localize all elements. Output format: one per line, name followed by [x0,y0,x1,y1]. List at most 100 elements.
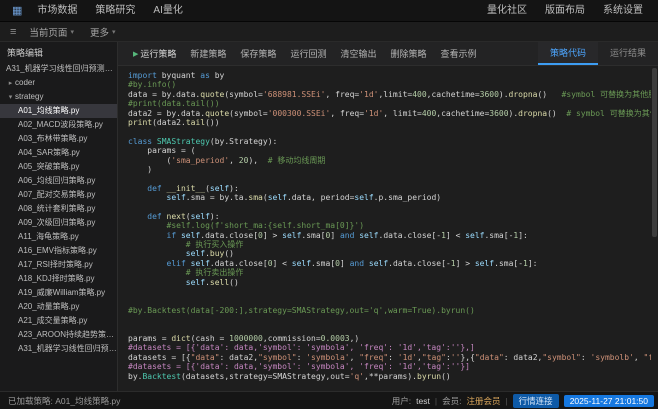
tree-file-item[interactable]: A21_成交量策略.py [0,314,117,328]
toolbar-button-label: 保存策略 [240,47,276,60]
run-icon: ▶ [133,50,138,58]
tree-file-item[interactable]: A08_统计套利策略.py [0,202,117,216]
tree-folder-item[interactable]: ▾strategy [0,90,117,104]
tree-item-label: A02_MACD波段策略.py [18,120,103,129]
tree-file-item[interactable]: A05_突破策略.py [0,160,117,174]
code-line [128,315,650,324]
menubar-item[interactable]: 量化社区 [478,0,536,22]
tree-item-label: A03_布林带策略.py [18,134,87,143]
tree-file-item[interactable]: A17_RSI择时策略.py [0,258,117,272]
code-line: # 执行买入操作 [128,240,650,249]
user-value: test [416,396,430,406]
tree-item-label: A19_威廉William策略.py [18,288,105,297]
subtoolbar-item-label: 当前页面 [29,25,67,39]
code-line [128,174,650,183]
code-line: self.sma = by.ta.sma(self.data, period=s… [128,193,650,202]
code-line [128,296,650,305]
code-lines: import byquant as by#by.info()data = by.… [128,71,650,381]
code-line: by.Backtest(datasets,strategy=SMAStrateg… [128,372,650,381]
tree-file-item[interactable]: A11_海龟策略.py [0,230,117,244]
tree-folder-item[interactable]: ▸coder [0,76,117,90]
code-line [128,127,650,136]
menubar-item[interactable]: 版面布局 [536,0,594,22]
market-connection-badge[interactable]: 行情连接 [513,394,559,408]
code-line: print(data2.tail()) [128,118,650,127]
subtoolbar: ≡ 当前页面▾更多▾ [0,22,658,42]
tree-file-item[interactable]: A31_机器学习线性回归预测策略.py [0,62,117,76]
tree-file-item[interactable]: A06_均线回归策略.py [0,174,117,188]
tree-file-item[interactable]: A16_EMV指标策略.py [0,244,117,258]
tree-item-label: A07_配对交易策略.py [18,190,95,199]
code-line: self.sell() [128,278,650,287]
editor-toolbar: ▶运行策略新建策略保存策略运行回测清空输出删除策略查看示例 策略代码运行结果 [118,42,658,66]
code-line: #by.info() [128,80,650,89]
code-line: #print(data.tail()) [128,99,650,108]
toolbar-button-label: 清空输出 [340,47,376,60]
clock-badge: 2025-11-27 21:01:50 [564,395,654,407]
tree-file-item[interactable]: A19_威廉William策略.py [0,286,117,300]
tree-file-item[interactable]: A09_次级回归策略.py [0,216,117,230]
toolbar-button[interactable]: 查看示例 [433,47,483,60]
toolbar-button-label: 新建策略 [190,47,226,60]
menubar-right: 量化社区版面布局系统设置 [478,0,652,21]
loaded-strategy-text: 已加载策略: A01_均线策略.py [8,395,120,407]
toolbar-button[interactable]: 清空输出 [333,47,383,60]
menubar-item[interactable]: 市场数据 [28,0,86,22]
editor-tabs: 策略代码运行结果 [538,42,658,65]
toolbar-buttons: ▶运行策略新建策略保存策略运行回测清空输出删除策略查看示例 [126,42,484,65]
tree-item-label: A31_机器学习线性回归预测策略.py [6,64,117,73]
toolbar-button-label: 运行策略 [140,47,176,60]
toolbar-button-label: 运行回测 [290,47,326,60]
menubar-item[interactable]: 策略研究 [86,0,144,22]
tree-item-label: A23_AROON持续趋势策略.py [18,330,117,339]
chevron-down-icon: ▾ [6,91,15,104]
code-line: data = by.data.quote(symbol='688981.SSEi… [128,90,650,99]
menu-icon[interactable]: ≡ [5,26,21,38]
tree-file-item[interactable]: A03_布林带策略.py [0,132,117,146]
tree-item-label: coder [15,78,35,87]
tree-file-item[interactable]: A31_机器学习线性回归预测策略.py [0,342,117,356]
toolbar-button-label: 查看示例 [440,47,476,60]
tree-file-item[interactable]: A02_MACD波段策略.py [0,118,117,132]
subtoolbar-item[interactable]: 当前页面▾ [21,22,82,42]
tree-file-item[interactable]: A04_SAR策略.py [0,146,117,160]
toolbar-button[interactable]: 删除策略 [383,47,433,60]
tree-file-item[interactable]: A23_AROON持续趋势策略.py [0,328,117,342]
menubar-item[interactable]: AI量化 [144,0,191,22]
file-tree: A31_机器学习线性回归预测策略.py ▸coder▾strategy A01_均线… [0,62,117,391]
tree-file-item[interactable]: A20_动量策略.py [0,300,117,314]
code-line: datasets = [{"data": data2,"symbol": 'sy… [128,353,650,362]
editor-panel: ▶运行策略新建策略保存策略运行回测清空输出删除策略查看示例 策略代码运行结果 i… [118,42,658,391]
toolbar-button-label: 删除策略 [390,47,426,60]
sidebar: 策略编辑 A31_机器学习线性回归预测策略.py▸coder▾strategyA… [0,42,118,391]
editor-scrollbar[interactable] [651,66,658,391]
tree-item-label: A01_均线策略.py [18,106,79,115]
code-line: ('sma_period', 20), # 移动均线周期 [128,156,650,165]
statusbar: 已加载策略: A01_均线策略.py 用户: test | 会员: 注册会员 |… [0,391,658,409]
toolbar-button[interactable]: ▶运行策略 [126,47,183,60]
code-line: def __init__(self): [128,184,650,193]
toolbar-button[interactable]: 新建策略 [183,47,233,60]
code-line: import byquant as by [128,71,650,80]
tree-file-item[interactable]: A01_均线策略.py [0,104,117,118]
tree-item-label: A09_次级回归策略.py [18,218,95,227]
code-editor[interactable]: import byquant as by#by.info()data = by.… [118,66,658,391]
tree-item-label: A20_动量策略.py [18,302,79,311]
tree-file-item[interactable]: A07_配对交易策略.py [0,188,117,202]
app-logo-icon: ▦ [6,4,28,17]
code-line: # 执行卖出操作 [128,268,650,277]
menubar-item[interactable]: 系统设置 [594,0,652,22]
subtoolbar-item[interactable]: 更多▾ [82,22,124,42]
user-label: 用户: [392,395,411,407]
editor-tab[interactable]: 策略代码 [538,42,598,65]
toolbar-button[interactable]: 保存策略 [233,47,283,60]
toolbar-button[interactable]: 运行回测 [283,47,333,60]
code-line: params = ( [128,146,650,155]
code-line: def next(self): [128,212,650,221]
scrollbar-thumb[interactable] [652,68,657,237]
chevron-down-icon: ▾ [70,28,74,36]
separator: | [435,396,437,406]
tree-file-item[interactable]: A18_KDJ择时策略.py [0,272,117,286]
editor-tab[interactable]: 运行结果 [598,42,658,65]
tree-item-label: A06_均线回归策略.py [18,176,95,185]
